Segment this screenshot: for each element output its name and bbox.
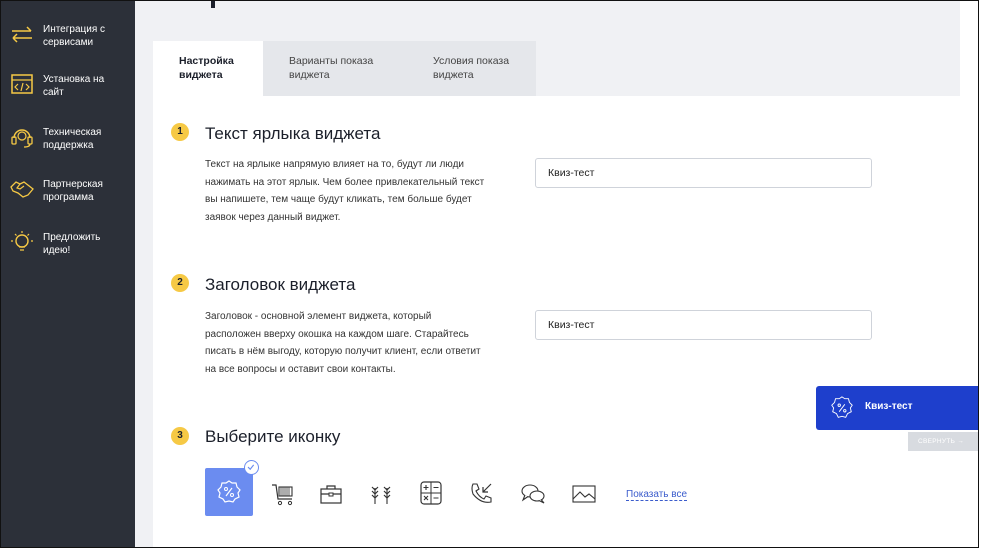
widget-preview-button[interactable]: Квиз-тест [816,386,978,430]
step-title: Заголовок виджета [205,275,356,294]
percent-badge-icon [831,396,853,418]
app-frame: Интеграция с сервисами Установка на сайт… [0,0,979,548]
tab-bar: Настройка виджета Варианты показа виджет… [153,41,536,96]
widget-preview-label: Квиз-тест [865,401,913,412]
sidebar-item-label: Партнерская программа [43,179,103,203]
tab-display-conditions[interactable]: Условия показа виджета [405,41,536,96]
step-description: Текст на ярлыке напрямую влияет на то, б… [205,159,485,223]
image-icon[interactable] [570,480,598,508]
calculator-icon[interactable] [417,479,445,507]
show-all-icons-link[interactable]: Показать все [626,489,688,501]
icon-option-selected[interactable] [205,468,253,516]
sidebar-item-partners[interactable]: Партнерская программа [9,176,123,204]
sidebar-item-idea[interactable]: Предложить идею! [9,229,123,257]
chat-bubbles-icon[interactable] [519,480,547,508]
cart-icon[interactable] [269,480,297,508]
step-number: 3 [171,427,189,445]
step-title: Выберите иконку [205,427,341,446]
sidebar: Интеграция с сервисами Установка на сайт… [1,1,135,547]
headset-icon [11,129,33,148]
sidebar-item-label: Установка на сайт [43,74,105,98]
code-window-icon [11,74,33,94]
sidebar-item-label: Интеграция с сервисами [43,24,106,48]
sidebar-item-install[interactable]: Установка на сайт [9,71,123,99]
sidebar-item-label: Техническая поддержка [43,127,102,151]
sidebar-item-support[interactable]: Техническая поддержка [9,124,123,152]
sidebar-item-label: Предложить идею! [43,232,101,256]
percent-badge-icon [217,480,241,503]
right-strip [960,1,978,547]
label-text-input[interactable] [535,158,872,188]
widget-title-input[interactable] [535,310,872,340]
step-title: Текст ярлыка виджета [205,124,381,143]
phone-incoming-icon[interactable] [467,480,495,508]
settings-card: 1 Текст ярлыка виджета Текст на ярлыке н… [153,96,961,547]
wheat-icon[interactable] [367,480,395,508]
step-description: Заголовок - основной элемент виджета, ко… [205,311,481,375]
lightbulb-icon [11,231,33,251]
step-number: 2 [171,274,189,292]
sidebar-item-integrations[interactable]: Интеграция с сервисами [9,21,123,49]
step-number: 1 [171,123,189,141]
page-title-fragment [211,1,215,8]
handshake-icon [10,181,34,198]
arrows-exchange-icon [12,26,32,43]
tab-display-variants[interactable]: Варианты показа виджета [263,41,405,96]
collapse-widget-button[interactable]: СВЕРНУТЬ → [908,432,978,451]
selected-check-icon [244,460,259,475]
briefcase-icon[interactable] [317,480,345,508]
tab-widget-settings[interactable]: Настройка виджета [153,41,263,96]
